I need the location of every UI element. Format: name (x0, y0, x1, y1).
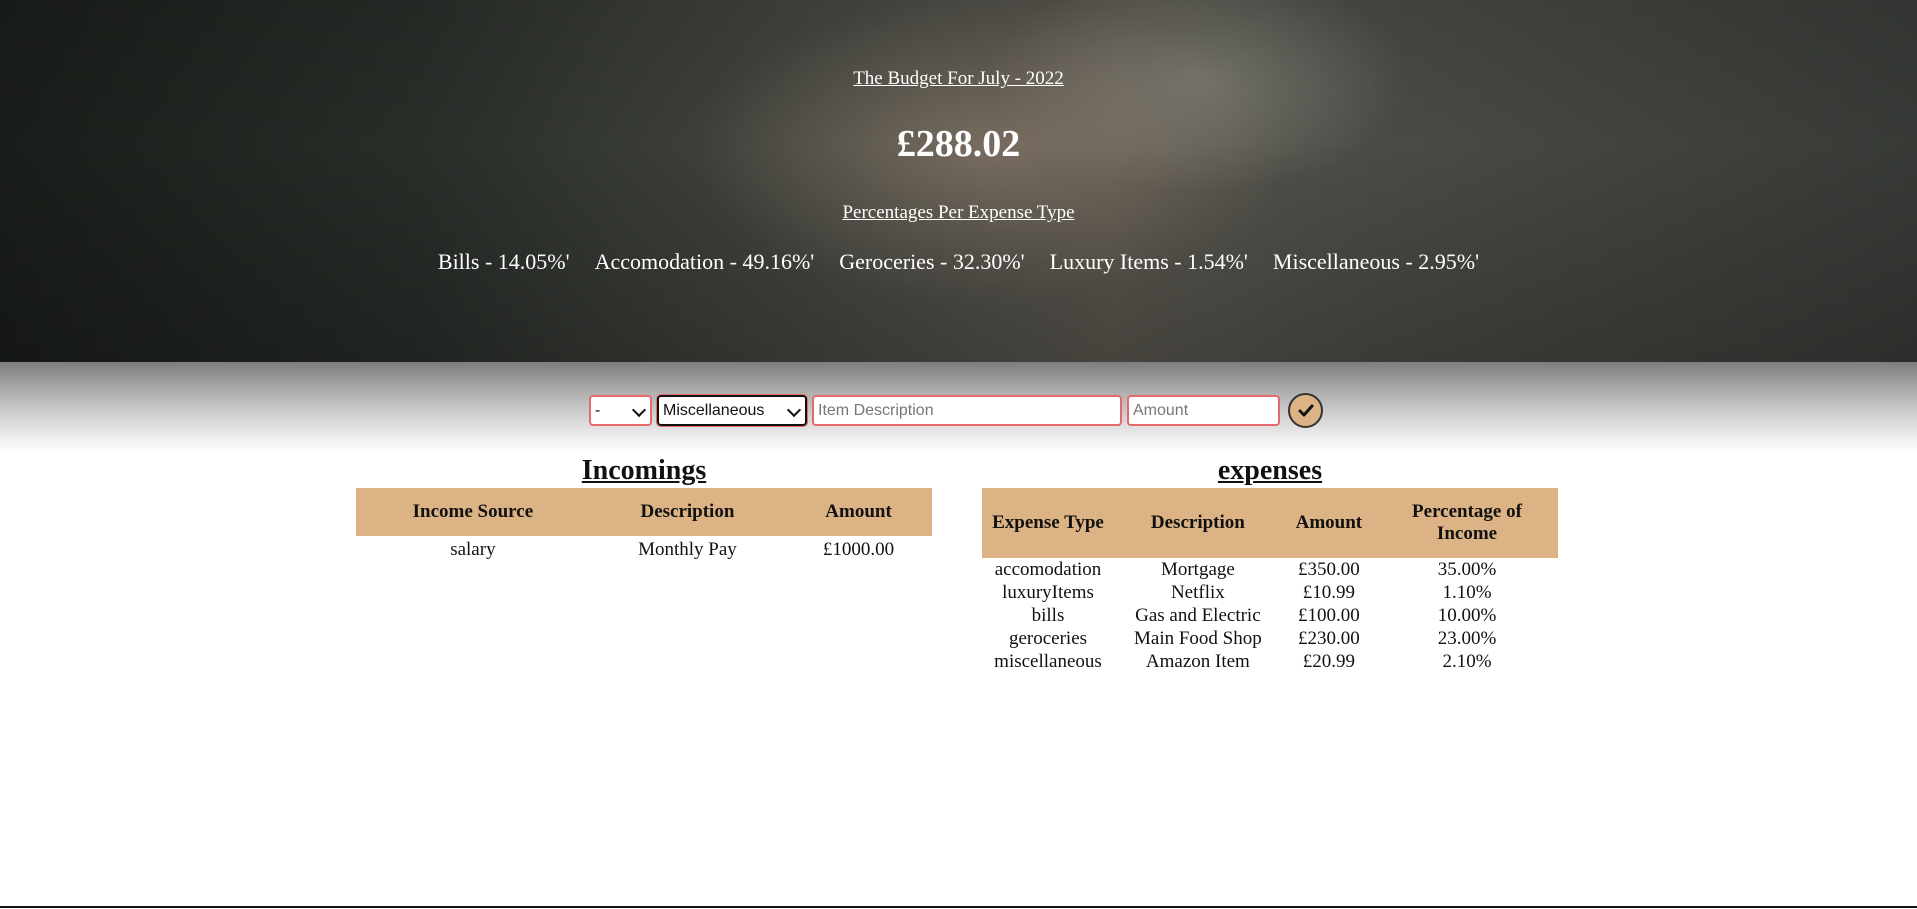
table-row: accomodation Mortgage £350.00 35.00% (982, 558, 1558, 581)
table-header-row: Income Source Description Amount (356, 488, 932, 536)
checkmark-icon (1298, 404, 1313, 416)
expense-description-cell: Netflix (1170, 582, 1225, 603)
expense-percentage-cell: 35.00% (1437, 559, 1497, 580)
percentage-miscellaneous: Miscellaneous - 2.95%' (1272, 249, 1480, 274)
expense-type-cell: miscellaneous (994, 651, 1102, 672)
entry-type-select[interactable]: - (589, 395, 652, 426)
percentage-gerocerie‌s: Gerocerie‌s - 32.30%' (839, 249, 1025, 274)
percentage-luxury-items: Luxury Items - 1.54%' (1049, 249, 1248, 274)
income-source-cell: salary (450, 539, 496, 560)
incomings-table: Income Source Description Amount salary … (356, 488, 932, 561)
amount-input[interactable]: Amount (1127, 395, 1280, 426)
expense-percentage-cell: 2.10% (1442, 651, 1492, 672)
expense-percentage-cell: 1.10% (1442, 582, 1492, 603)
column-header: Expense Type (982, 488, 1114, 558)
incomings-title: Incomings (581, 455, 707, 486)
chevron-down-icon (786, 402, 802, 418)
expense-amount-cell: £230.00 (1298, 628, 1360, 649)
bottom-divider (0, 906, 1917, 908)
column-header: Description (1114, 488, 1282, 558)
expense-type-cell: accomodation (994, 559, 1102, 580)
column-header: Percentage of Income (1376, 488, 1558, 558)
hero-shade (0, 0, 1917, 362)
expense-description-cell: Main Food Shop (1134, 628, 1262, 649)
budget-total: £288.02 (896, 123, 1021, 165)
table-row: luxuryItems Netflix £10.99 1.10% (982, 581, 1558, 604)
entry-type-value: - (595, 401, 601, 419)
income-description-cell: Monthly Pay (638, 539, 737, 560)
percentage-accomodation: Accomodation - 49.16%' (594, 249, 815, 274)
submit-button[interactable] (1288, 393, 1323, 428)
expense-type-cell: luxuryItems (1002, 582, 1094, 603)
expense-description-cell: Gas and Electric (1135, 605, 1261, 626)
income-amount-cell: £1000.00 (822, 539, 895, 560)
table-row: miscellaneous Amazon Item £20.99 2.10% (982, 650, 1558, 673)
percentages-list: Bills - 14.05%' Accomodation - 49.16%' G… (0, 249, 1917, 275)
add-item-form: - Miscellaneous Item Description Amount (589, 393, 1323, 428)
table-row: bills Gas and Electric £100.00 10.00% (982, 604, 1558, 627)
expenses-title: expenses (1217, 455, 1323, 486)
chevron-down-icon (631, 402, 647, 418)
expense-description-cell: Mortgage (1160, 559, 1235, 580)
expenses-table: Expense Type Description Amount Percenta… (982, 488, 1558, 673)
category-select[interactable]: Miscellaneous (656, 394, 808, 427)
percentage-bills: Bills - 14.05%' (437, 249, 570, 274)
column-header: Income Source (356, 488, 590, 536)
column-header: Amount (1281, 488, 1376, 558)
expense-percentage-cell: 10.00% (1437, 605, 1497, 626)
amount-placeholder: Amount (1133, 401, 1189, 419)
table-header-row: Expense Type Description Amount Percenta… (982, 488, 1558, 558)
table-row: gerocerie‌s Main Food Shop £230.00 23.00… (982, 627, 1558, 650)
category-value: Miscellaneous (663, 401, 765, 419)
expense-percentage-cell: 23.00% (1437, 628, 1497, 649)
expense-description-cell: Amazon Item (1145, 651, 1250, 672)
percentages-heading: Percentages Per Expense Type (842, 202, 1075, 223)
expense-amount-cell: £10.99 (1302, 582, 1355, 603)
expense-amount-cell: £20.99 (1302, 651, 1355, 672)
expense-type-cell: gerocerie‌s (1008, 628, 1088, 649)
expense-amount-cell: £350.00 (1298, 559, 1360, 580)
column-header: Amount (785, 488, 932, 536)
item-description-input[interactable]: Item Description (812, 395, 1122, 426)
table-row: salary Monthly Pay £1000.00 (356, 536, 932, 561)
expense-type-cell: bills (1031, 605, 1065, 626)
item-description-placeholder: Item Description (818, 401, 934, 419)
budget-title: The Budget For July - 2022 (853, 68, 1064, 89)
expense-amount-cell: £100.00 (1298, 605, 1360, 626)
column-header: Description (589, 488, 786, 536)
